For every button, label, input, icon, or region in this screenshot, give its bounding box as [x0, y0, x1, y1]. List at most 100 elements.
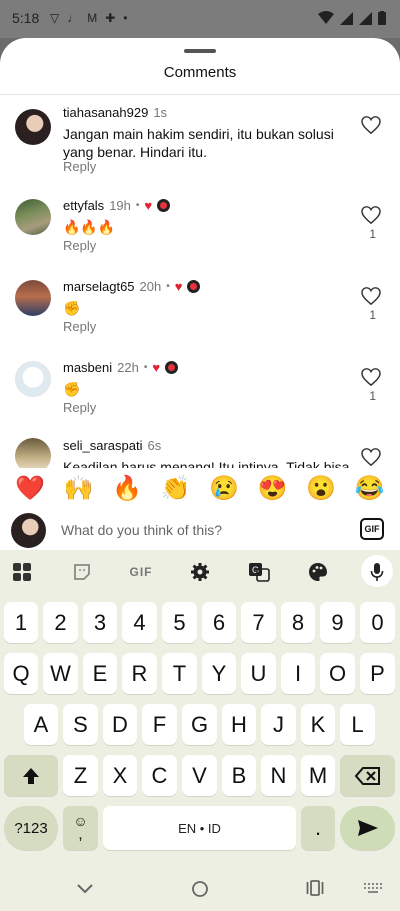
key-i[interactable]: I [281, 653, 315, 694]
game-controller-icon: ✚ [105, 11, 116, 25]
gif-button[interactable]: GIF [360, 518, 384, 540]
key-t[interactable]: T [162, 653, 197, 694]
reply-button[interactable]: Reply [63, 319, 96, 334]
heart-outline-icon[interactable] [361, 287, 381, 305]
signal-icon [340, 11, 353, 25]
creator-heart-icon: ♥ [152, 360, 161, 375]
creator-heart-icon: ♥ [174, 279, 183, 294]
emoji-raised-hands[interactable]: 🙌 [64, 475, 94, 503]
key-2[interactable]: 2 [43, 602, 78, 643]
avatar[interactable] [15, 361, 51, 397]
keyboard-switch-icon[interactable] [364, 883, 382, 893]
gif-keyboard-button[interactable]: GIF [123, 560, 159, 584]
key-8[interactable]: 8 [281, 602, 315, 643]
heart-outline-icon[interactable] [361, 368, 381, 386]
key-r[interactable]: R [122, 653, 157, 694]
comment-time: 6s [147, 438, 162, 453]
reply-button[interactable]: Reply [63, 238, 96, 253]
emoji-laughing[interactable]: 😂 [355, 475, 385, 503]
comma-label: , [78, 826, 83, 843]
period-key[interactable]: . [301, 806, 335, 850]
avatar[interactable] [15, 280, 51, 316]
reply-button[interactable]: Reply [63, 400, 96, 415]
drag-handle[interactable] [184, 49, 216, 53]
recents-icon[interactable] [306, 880, 324, 896]
space-bar[interactable]: EN • ID [103, 806, 296, 850]
emoji-comma-key[interactable]: ☺ , [63, 806, 98, 850]
keyboard: GIF G 1 2 3 4 5 6 7 8 9 0 Q W E R T Y U … [0, 550, 400, 911]
emoji-crying[interactable]: 😢 [209, 475, 239, 503]
key-o[interactable]: O [320, 653, 355, 694]
sheet-title: Comments [163, 64, 237, 81]
key-z[interactable]: Z [63, 755, 98, 796]
key-9[interactable]: 9 [320, 602, 355, 643]
key-h[interactable]: H [222, 704, 256, 745]
emoji-surprised[interactable]: 😮 [306, 475, 336, 503]
symbols-key[interactable]: ?123 [4, 806, 58, 850]
reply-button[interactable]: Reply [63, 159, 96, 174]
home-circle-icon[interactable] [191, 880, 209, 898]
separator-dot: • [135, 200, 140, 211]
comment-input[interactable]: What do you think of this? [61, 522, 222, 538]
shift-key[interactable] [4, 755, 58, 796]
translate-icon[interactable]: G [247, 560, 271, 584]
comment-username[interactable]: marselagt65 [63, 279, 135, 294]
microphone-icon[interactable] [365, 560, 389, 584]
key-a[interactable]: A [24, 704, 58, 745]
comment-username[interactable]: tiahasanah929 [63, 105, 148, 120]
key-l[interactable]: L [340, 704, 375, 745]
send-arrow-icon [357, 820, 378, 836]
heart-outline-icon[interactable] [361, 206, 381, 224]
key-k[interactable]: K [301, 704, 335, 745]
key-v[interactable]: V [182, 755, 217, 796]
key-s[interactable]: S [63, 704, 98, 745]
key-j[interactable]: J [261, 704, 296, 745]
avatar[interactable] [15, 199, 51, 235]
apps-grid-icon[interactable] [10, 560, 34, 584]
key-3[interactable]: 3 [83, 602, 117, 643]
emoji-fire[interactable]: 🔥 [112, 475, 142, 503]
sticker-icon[interactable] [70, 560, 94, 584]
heart-outline-icon[interactable] [361, 448, 381, 466]
gear-icon[interactable] [188, 560, 212, 584]
status-bar: 5:18 ▽ ♩ M ✚ • [0, 0, 400, 38]
palette-icon[interactable] [306, 560, 330, 584]
key-1[interactable]: 1 [4, 602, 38, 643]
send-key[interactable] [340, 806, 395, 850]
comment-username[interactable]: masbeni [63, 360, 112, 375]
key-n[interactable]: N [261, 755, 296, 796]
key-m[interactable]: M [301, 755, 335, 796]
avatar[interactable] [15, 109, 51, 145]
emoji-heart[interactable]: ❤️ [15, 475, 45, 503]
key-b[interactable]: B [222, 755, 256, 796]
creator-avatar-icon [157, 199, 171, 212]
comment-username[interactable]: ettyfals [63, 198, 104, 213]
key-7[interactable]: 7 [241, 602, 276, 643]
comment-meta: marselagt65 20h • ♥ [63, 279, 201, 294]
key-p[interactable]: P [360, 653, 395, 694]
key-u[interactable]: U [241, 653, 276, 694]
emoji-clap[interactable]: 👏 [161, 475, 191, 503]
key-q[interactable]: Q [4, 653, 38, 694]
comment-text: Jangan main hakim sendiri, itu bukan sol… [63, 126, 334, 160]
my-avatar [11, 513, 46, 548]
key-4[interactable]: 4 [122, 602, 157, 643]
comment-text: ✊ [63, 381, 81, 397]
key-6[interactable]: 6 [202, 602, 236, 643]
key-c[interactable]: C [142, 755, 177, 796]
emoji-heart-eyes[interactable]: 😍 [258, 475, 288, 503]
key-x[interactable]: X [103, 755, 137, 796]
key-5[interactable]: 5 [162, 602, 197, 643]
comment-username[interactable]: seli_saraspati [63, 438, 143, 453]
key-e[interactable]: E [83, 653, 117, 694]
key-w[interactable]: W [43, 653, 78, 694]
key-g[interactable]: G [182, 704, 217, 745]
heart-outline-icon[interactable] [361, 116, 381, 134]
backspace-key[interactable] [340, 755, 395, 796]
triangle-app-icon: ▽ [50, 11, 60, 25]
key-y[interactable]: Y [202, 653, 236, 694]
key-0[interactable]: 0 [360, 602, 395, 643]
key-d[interactable]: D [103, 704, 137, 745]
key-f[interactable]: F [142, 704, 177, 745]
chevron-down-icon[interactable] [76, 883, 94, 895]
